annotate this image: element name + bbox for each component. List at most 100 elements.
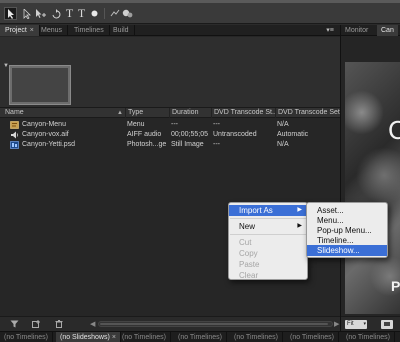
text-tool-glyph: T bbox=[65, 6, 74, 20]
tab-close-icon[interactable]: × bbox=[30, 27, 34, 34]
project-preview-area: ▼ bbox=[0, 37, 340, 107]
tab-close-icon[interactable]: × bbox=[112, 334, 116, 341]
tab-canyon[interactable]: Can bbox=[377, 25, 398, 36]
row-type: AIFF audio bbox=[127, 131, 162, 138]
preview-thumbnail bbox=[9, 65, 71, 105]
thumbnail-image bbox=[12, 68, 68, 102]
scroll-left-icon[interactable]: ◀ bbox=[90, 320, 95, 328]
scrollbar-thumb[interactable] bbox=[100, 323, 328, 325]
preview-image bbox=[345, 62, 400, 314]
preview-title-text: C bbox=[388, 115, 400, 145]
tab-monitor[interactable]: Monitor bbox=[341, 25, 372, 36]
new-item-icon[interactable] bbox=[32, 320, 41, 330]
safe-area-button[interactable] bbox=[381, 320, 393, 329]
menu-item-slideshow[interactable]: Slideshow... bbox=[307, 245, 387, 256]
ellipse-tool-icon[interactable] bbox=[88, 7, 101, 20]
row-name: Canyon-vox.aif bbox=[22, 131, 69, 138]
tab-timelines[interactable]: Timelines bbox=[69, 25, 110, 36]
tab-project[interactable]: Project × bbox=[0, 25, 40, 36]
menu-item-label: Import As bbox=[239, 206, 273, 215]
tab-build[interactable]: Build bbox=[108, 25, 135, 36]
tab-timeline-label: (no Timelines) bbox=[346, 334, 390, 341]
tab-build-label: Build bbox=[113, 27, 129, 34]
rotate-tool-icon[interactable] bbox=[49, 7, 62, 20]
tab-timeline-label: (no Timelines) bbox=[4, 334, 48, 341]
tab-timeline[interactable]: (no Timelines) bbox=[286, 332, 339, 342]
tools-toolbar: T T bbox=[0, 3, 400, 24]
list-item[interactable]: Canyon-vox.aif AIFF audio 00;00;55;05 Un… bbox=[0, 130, 340, 140]
menu-item-paste[interactable]: Paste bbox=[229, 259, 307, 270]
menu-item-copy[interactable]: Copy bbox=[229, 248, 307, 259]
vertical-text-tool-glyph: T bbox=[77, 6, 86, 20]
tab-slideshows[interactable]: (no Slideshows) × bbox=[56, 332, 121, 342]
row-name: Canyon-Menu bbox=[22, 121, 66, 128]
column-headers: Name ▲ Type Duration DVD Transcode St...… bbox=[0, 107, 340, 118]
import-submenu: Asset... Menu... Pop-up Menu... Timeline… bbox=[306, 202, 388, 258]
tab-project-label: Project bbox=[5, 27, 27, 34]
menu-item-clear[interactable]: Clear bbox=[229, 270, 307, 281]
monitor-panel: Monitor Can C P Fit ▾ bbox=[340, 25, 400, 331]
context-menu: Import As ▶ New ▶ Cut Copy Paste Clear bbox=[228, 202, 308, 280]
column-header-type[interactable]: Type bbox=[125, 108, 169, 118]
hand-tool-icon[interactable] bbox=[108, 7, 121, 20]
column-header-duration[interactable]: Duration bbox=[169, 108, 211, 118]
sort-ascending-icon[interactable]: ▲ bbox=[117, 108, 123, 118]
menu-separator bbox=[230, 234, 306, 235]
chevron-down-icon: ▾ bbox=[363, 321, 366, 327]
menu-item-cut[interactable]: Cut bbox=[229, 237, 307, 248]
selection-tool-icon[interactable] bbox=[4, 7, 17, 20]
list-item[interactable]: Canyon-Menu Menu --- --- N/A bbox=[0, 120, 340, 130]
row-transcode-settings: Automatic bbox=[277, 131, 309, 138]
row-duration: --- bbox=[171, 121, 178, 128]
row-transcode-status: --- bbox=[213, 121, 220, 128]
tab-timeline[interactable]: (no Timelines) bbox=[342, 332, 395, 342]
submenu-arrow-icon: ▶ bbox=[297, 207, 302, 213]
horizontal-scrollbar[interactable] bbox=[98, 321, 333, 327]
preview-caption-text: P bbox=[391, 278, 400, 294]
tab-timeline[interactable]: (no Timelines) bbox=[0, 332, 53, 342]
panel-menu-icon[interactable]: ▾≡ bbox=[324, 26, 336, 35]
timeline-tabs: (no Timelines) (no Slideshows) × (no Time… bbox=[0, 331, 400, 342]
delete-icon[interactable] bbox=[55, 320, 63, 330]
column-header-transcode-status[interactable]: DVD Transcode St... bbox=[211, 108, 275, 118]
toolbar-separator bbox=[104, 8, 105, 19]
tab-timeline-label: (no Timelines) bbox=[178, 334, 222, 341]
filter-icon[interactable] bbox=[10, 320, 19, 330]
column-header-name[interactable]: Name bbox=[3, 108, 123, 118]
panel-bottom-bar: ◀ ▶ bbox=[0, 316, 340, 331]
zoom-select[interactable]: Fit ▾ bbox=[345, 320, 367, 329]
tab-timeline[interactable]: (no Timelines) bbox=[230, 332, 283, 342]
row-type: Photosh...ge bbox=[127, 141, 167, 148]
monitor-bottom-bar: Fit ▾ bbox=[341, 316, 400, 331]
row-transcode-status: Untranscoded bbox=[213, 131, 257, 138]
zoom-tool-icon[interactable] bbox=[121, 7, 134, 20]
photoshop-file-icon bbox=[10, 141, 19, 149]
row-name: Canyon-Yetti.psd bbox=[22, 141, 76, 148]
row-type: Menu bbox=[127, 121, 145, 128]
tab-timeline[interactable]: (no Timelines) bbox=[118, 332, 171, 342]
tab-menus-label: Menus bbox=[41, 27, 63, 34]
row-transcode-status: --- bbox=[213, 141, 220, 148]
monitor-tabs: Monitor Can bbox=[341, 25, 400, 36]
monitor-preview: C P bbox=[345, 62, 400, 314]
submenu-arrow-icon: ▶ bbox=[297, 223, 302, 229]
menu-item-label: New bbox=[239, 222, 256, 231]
tab-menus[interactable]: Menus bbox=[36, 25, 69, 36]
tab-timeline-label: (no Timelines) bbox=[234, 334, 278, 341]
zoom-select-value: Fit bbox=[347, 321, 354, 327]
direct-select-tool-icon[interactable] bbox=[20, 7, 33, 20]
tab-timeline[interactable]: (no Timelines) bbox=[174, 332, 227, 342]
column-header-transcode-settings[interactable]: DVD Transcode Settin bbox=[275, 108, 340, 118]
row-duration: Still Image bbox=[171, 141, 204, 148]
project-panel-tabs: Project × Menus Timelines Build ▾≡ bbox=[0, 25, 340, 36]
menu-file-icon bbox=[10, 121, 19, 129]
vertical-text-tool-icon[interactable]: T bbox=[75, 6, 88, 20]
tab-timeline-label: (no Timelines) bbox=[290, 334, 334, 341]
menu-item-import-as[interactable]: Import As ▶ bbox=[229, 205, 307, 216]
list-item[interactable]: Canyon-Yetti.psd Photosh...ge Still Imag… bbox=[0, 140, 340, 150]
scroll-right-icon[interactable]: ▶ bbox=[334, 320, 339, 328]
row-transcode-settings: N/A bbox=[277, 121, 289, 128]
direct-select-plus-tool-icon[interactable] bbox=[34, 7, 47, 20]
tab-timeline-label: (no Timelines) bbox=[122, 334, 166, 341]
menu-item-new[interactable]: New ▶ bbox=[229, 221, 307, 232]
